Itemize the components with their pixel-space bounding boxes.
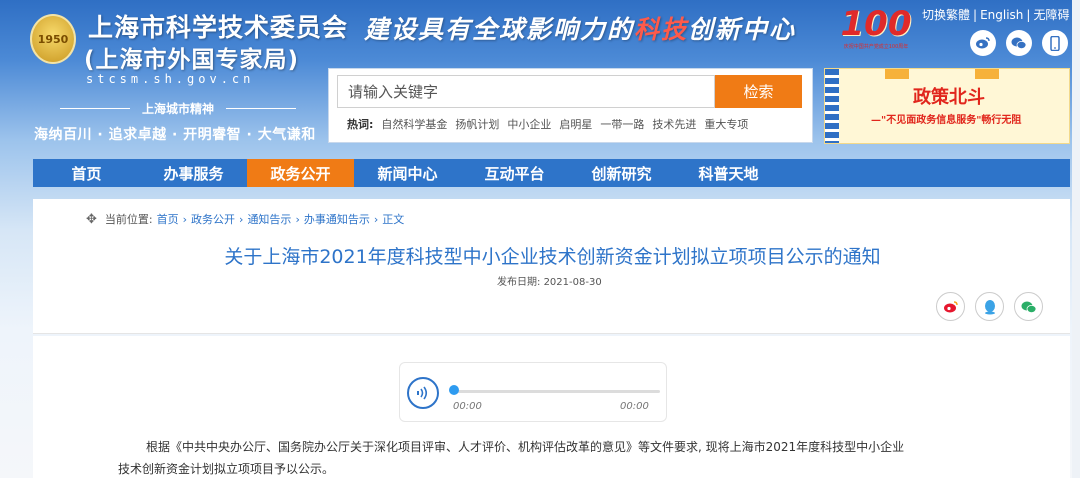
breadcrumb-separator: › xyxy=(239,212,244,226)
accessibility-link[interactable]: 无障碍 xyxy=(1033,8,1069,22)
english-link[interactable]: English xyxy=(980,8,1023,22)
header-social-icons xyxy=(970,30,1068,56)
hot-word[interactable]: 一带一路 xyxy=(600,116,644,132)
share-wechat-icon[interactable] xyxy=(1014,292,1043,321)
search-panel: 检索 热词: 自然科学基金 扬帆计划 中小企业 启明星 一带一路 技术先进 重大… xyxy=(328,68,813,143)
breadcrumb-notices[interactable]: 通知告示 xyxy=(247,211,291,227)
hot-word[interactable]: 扬帆计划 xyxy=(455,116,499,132)
search-button[interactable]: 检索 xyxy=(715,75,802,108)
nav-item-services[interactable]: 办事服务 xyxy=(140,159,247,187)
slogan: 建设具有全球影响力的科技创新中心 xyxy=(364,10,796,46)
banner-decoration xyxy=(975,69,999,79)
nav-item-research[interactable]: 创新研究 xyxy=(568,159,675,187)
nav-item-science-popularization[interactable]: 科普天地 xyxy=(675,159,782,187)
org-title[interactable]: 上海市科学技术委员会 xyxy=(88,8,348,44)
share-buttons xyxy=(936,292,1043,321)
breadcrumb-separator: › xyxy=(373,212,379,226)
breadcrumb-current: 正文 xyxy=(382,213,405,226)
breadcrumb-label: 当前位置: xyxy=(104,213,153,226)
audio-total-time: 00:00 xyxy=(620,401,649,412)
paragraph-line: 根据《中共中央办公厅、国务院办公厅关于深化项目评审、人才评价、机构评估改革的意见… xyxy=(146,440,905,454)
slogan-highlight: 科技 xyxy=(634,15,689,44)
slogan-part1: 建设具有全球影响力的 xyxy=(364,15,635,44)
government-emblem-logo[interactable]: 1950 xyxy=(30,14,76,64)
policy-beidou-banner[interactable]: 政策北斗 —"不见面政务信息服务"畅行无阻 xyxy=(824,68,1070,144)
hot-word[interactable]: 中小企业 xyxy=(507,116,551,132)
city-spirit-motto: 海纳百川 · 追求卓越 · 开明睿智 · 大气谦和 xyxy=(34,127,316,143)
nav-item-government-affairs[interactable]: 政务公开 xyxy=(247,159,354,187)
breadcrumb-service-notices[interactable]: 办事通知告示 xyxy=(304,211,370,227)
breadcrumb-government-affairs[interactable]: 政务公开 xyxy=(191,211,235,227)
search-input[interactable] xyxy=(337,75,715,108)
separator: | xyxy=(973,8,978,22)
hot-words: 热词: 自然科学基金 扬帆计划 中小企业 启明星 一带一路 技术先进 重大专项 xyxy=(347,116,748,132)
hot-word[interactable]: 自然科学基金 xyxy=(381,116,447,132)
weibo-icon[interactable] xyxy=(970,30,996,56)
separator: | xyxy=(1026,8,1031,22)
wechat-icon[interactable] xyxy=(1006,30,1032,56)
location-icon: ✥ xyxy=(86,211,97,227)
mobile-icon[interactable] xyxy=(1042,30,1068,56)
hot-words-label: 热词: xyxy=(347,118,374,131)
traditional-chinese-link[interactable]: 切换繁體 xyxy=(922,8,970,22)
share-weibo-icon[interactable] xyxy=(936,292,965,321)
share-qq-icon[interactable] xyxy=(975,292,1004,321)
banner-decoration xyxy=(825,69,839,143)
breadcrumb-separator: › xyxy=(295,212,300,226)
slogan-part3: 创新中心 xyxy=(688,15,797,44)
article-title: 关于上海市2021年度科技型中小企业技术创新资金计划拟立项项目公示的通知 xyxy=(224,246,881,268)
article-paragraph: 根据《中共中央办公厅、国务院办公厅关于深化项目评审、人才评价、机构评估改革的意见… xyxy=(118,436,988,478)
emblem-text: 1950 xyxy=(37,32,69,46)
audio-progress-track[interactable] xyxy=(454,390,660,393)
hot-word[interactable]: 技术先进 xyxy=(652,116,696,132)
breadcrumb-separator: › xyxy=(182,212,188,226)
badge-caption: 庆祝中国共产党成立100周年 xyxy=(843,44,909,50)
badge-number: 100 xyxy=(840,4,912,44)
hot-word[interactable]: 重大专项 xyxy=(704,116,748,132)
publish-date: 发布日期: 2021-08-30 xyxy=(497,273,602,288)
audio-progress-thumb[interactable] xyxy=(449,385,459,395)
paragraph-line: 技术创新资金计划拟立项项目予以公示。 xyxy=(118,462,335,476)
banner-subtitle: —"不见面政务信息服务"畅行无阻 xyxy=(871,115,1022,126)
scrollbar[interactable] xyxy=(1072,0,1080,478)
audio-player: 00:00 00:00 xyxy=(399,362,667,422)
site-header: 1950 上海市科学技术委员会 (上海市外国专家局) stcsm.sh.gov.… xyxy=(0,0,1080,158)
breadcrumb-home[interactable]: 首页 xyxy=(157,211,179,227)
nav-item-home[interactable]: 首页 xyxy=(33,159,140,187)
banner-decoration xyxy=(885,69,909,79)
publish-date-value: 2021-08-30 xyxy=(543,277,602,288)
publish-date-label: 发布日期: xyxy=(497,277,541,288)
audio-current-time: 00:00 xyxy=(453,401,482,412)
org-subtitle: (上海市外国专家局) xyxy=(84,47,300,73)
nav-item-news[interactable]: 新闻中心 xyxy=(354,159,461,187)
play-audio-icon[interactable] xyxy=(407,377,439,409)
party-centenary-badge[interactable]: 100 庆祝中国共产党成立100周年 xyxy=(836,4,916,62)
breadcrumb: ✥ 当前位置: 首页 › 政务公开 › 通知告示 › 办事通知告示 › 正文 xyxy=(86,211,404,227)
city-spirit-label: 上海城市精神 xyxy=(40,100,316,117)
nav-item-interaction[interactable]: 互动平台 xyxy=(461,159,568,187)
site-domain: stcsm.sh.gov.cn xyxy=(86,72,255,86)
hot-word[interactable]: 启明星 xyxy=(559,116,592,132)
main-nav: 首页 办事服务 政务公开 新闻中心 互动平台 创新研究 科普天地 xyxy=(33,159,1070,187)
banner-title: 政策北斗 xyxy=(913,87,985,108)
top-links: 切换繁體 | English | 无障碍 xyxy=(922,6,1069,23)
